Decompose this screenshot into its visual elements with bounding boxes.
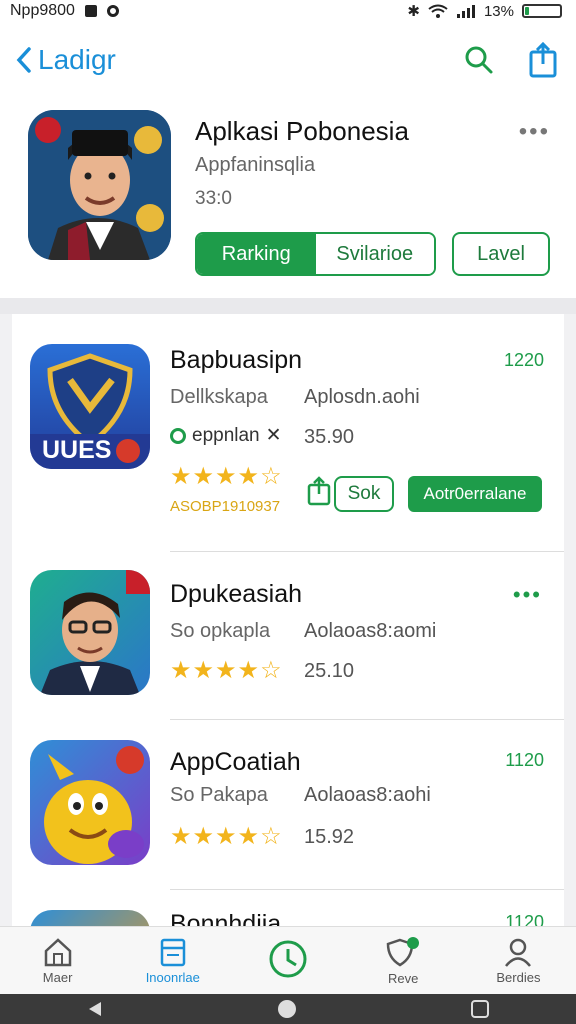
tab-label: Reve: [388, 970, 419, 986]
app-price: 1220: [503, 350, 544, 370]
app-icon-text: UUES: [42, 436, 112, 464]
app-icon[interactable]: [30, 740, 150, 865]
search-icon[interactable]: [464, 45, 494, 75]
wifi-icon: [428, 4, 448, 18]
install-button[interactable]: Aotr0erralane: [408, 476, 542, 512]
app-developer: So Pakapa: [170, 784, 268, 806]
square-icon: [84, 5, 97, 17]
list-icon: [160, 938, 186, 966]
system-nav-bar: [0, 994, 576, 1024]
segment-similar[interactable]: Svilarioe: [315, 234, 434, 274]
level-button[interactable]: Lavel: [452, 232, 550, 276]
app-rating-value: 25.10: [304, 660, 355, 682]
tab-clock[interactable]: [230, 927, 345, 994]
tag-mark: ✕: [265, 425, 282, 446]
status-text: Npp9800: [10, 2, 75, 19]
battery-icon: [522, 4, 562, 18]
avatar-icon: [40, 570, 150, 695]
app-icon[interactable]: UUES: [30, 344, 150, 469]
share-icon[interactable]: [306, 476, 332, 506]
tab-profile[interactable]: Berdies: [461, 927, 576, 994]
tab-label: Inoonrlae: [145, 969, 200, 985]
app-name: Bonnhdiia: [170, 910, 282, 926]
star-rating: ★★★★☆: [170, 463, 283, 490]
more-options-button[interactable]: •••: [519, 118, 550, 146]
back-label: Ladigr: [38, 44, 116, 75]
featured-subtitle: Appfaninsqlia: [195, 154, 316, 176]
clock-icon: [269, 940, 307, 978]
tab-home[interactable]: Maer: [0, 927, 115, 994]
app-name: Dpukeasiah: [170, 580, 303, 608]
app-list-card: UUES Bapbuasipn 1220 Dellkskapa Aplosdn.…: [12, 314, 564, 926]
tag-dot-icon: [170, 427, 186, 444]
app-rating-value: 15.92: [304, 826, 355, 848]
header: Ladigr: [0, 30, 576, 90]
dot-icon: [106, 5, 119, 17]
app-tag: eppnlan: [192, 424, 260, 446]
tab-bar: Maer Inoonrlae Reve Berdies: [0, 926, 576, 994]
section-divider: [0, 298, 576, 314]
list-item[interactable]: AppCoatiah 1120 So Pakapa Aolaoas8:aohi …: [12, 720, 564, 890]
avatar-icon: [28, 110, 171, 260]
app-name: AppCoatiah: [170, 748, 301, 776]
app-developer-secondary: Aolaoas8:aohi: [304, 784, 431, 806]
list-item[interactable]: UUES Bapbuasipn 1220 Dellkskapa Aplosdn.…: [12, 314, 564, 552]
status-bar: Npp9800 ✱ 13%: [0, 0, 576, 22]
person-icon: [505, 938, 532, 967]
app-rating-value: 35.90: [304, 426, 355, 448]
home-circle-icon[interactable]: [276, 998, 298, 1020]
featured-title: Aplkasi Pobonesia: [195, 116, 409, 146]
back-button[interactable]: Ladigr: [16, 44, 116, 76]
tab-review[interactable]: Reve: [346, 927, 461, 994]
app-developer-secondary: Aplosdn.aohi: [304, 386, 420, 408]
segmented-control: Rarking Svilarioe: [195, 232, 436, 276]
signal-icon: [456, 5, 475, 18]
app-icon[interactable]: [30, 910, 150, 926]
back-triangle-icon[interactable]: [85, 999, 105, 1019]
app-developer: Dellkskapa: [170, 386, 268, 408]
status-left: Npp9800: [10, 2, 119, 20]
app-price: 1120: [505, 750, 544, 770]
app-developer-secondary: Aolaoas8:aomi: [304, 620, 437, 642]
header-actions: [464, 42, 560, 78]
recents-icon[interactable]: [469, 998, 491, 1020]
featured-app: Aplkasi Pobonesia Appfaninsqlia 33:0 •••…: [0, 100, 576, 300]
app-tag-row: eppnlan ✕: [170, 424, 282, 447]
tab-label: Berdies: [496, 969, 541, 985]
tab-list[interactable]: Inoonrlae: [115, 927, 230, 994]
star-rating: ★★★★☆: [170, 657, 283, 684]
app-code: ASOBP1910937: [170, 498, 281, 515]
tab-label: Maer: [42, 969, 73, 985]
status-right: ✱ 13%: [407, 2, 562, 20]
app-icon[interactable]: [30, 570, 150, 695]
segment-ranking[interactable]: Rarking: [197, 234, 316, 274]
cartoon-icon: [44, 746, 144, 864]
battery-fill: [525, 7, 530, 15]
app-developer: So opkapla: [170, 620, 271, 642]
list-item[interactable]: Bonnhdiia 1120: [12, 890, 564, 926]
sok-button[interactable]: Sok: [334, 476, 394, 512]
chevron-left-icon: [16, 47, 31, 73]
home-icon: [44, 937, 71, 966]
featured-app-icon[interactable]: [28, 110, 171, 260]
featured-size: 33:0: [195, 188, 232, 209]
app-name: Bapbuasipn: [170, 346, 303, 374]
more-options-button[interactable]: •••: [513, 582, 542, 608]
share-icon[interactable]: [528, 42, 560, 78]
app-price: 1120: [505, 912, 544, 926]
app-list: UUES Bapbuasipn 1220 Dellkskapa Aplosdn.…: [0, 314, 576, 926]
star-rating: ★★★★☆: [170, 823, 283, 850]
battery-percent: 13%: [483, 2, 514, 20]
shield-badge-icon: [386, 936, 420, 966]
list-item[interactable]: Dpukeasiah ••• So opkapla Aolaoas8:aomi …: [12, 552, 564, 720]
bluetooth-icon: ✱: [407, 3, 420, 20]
